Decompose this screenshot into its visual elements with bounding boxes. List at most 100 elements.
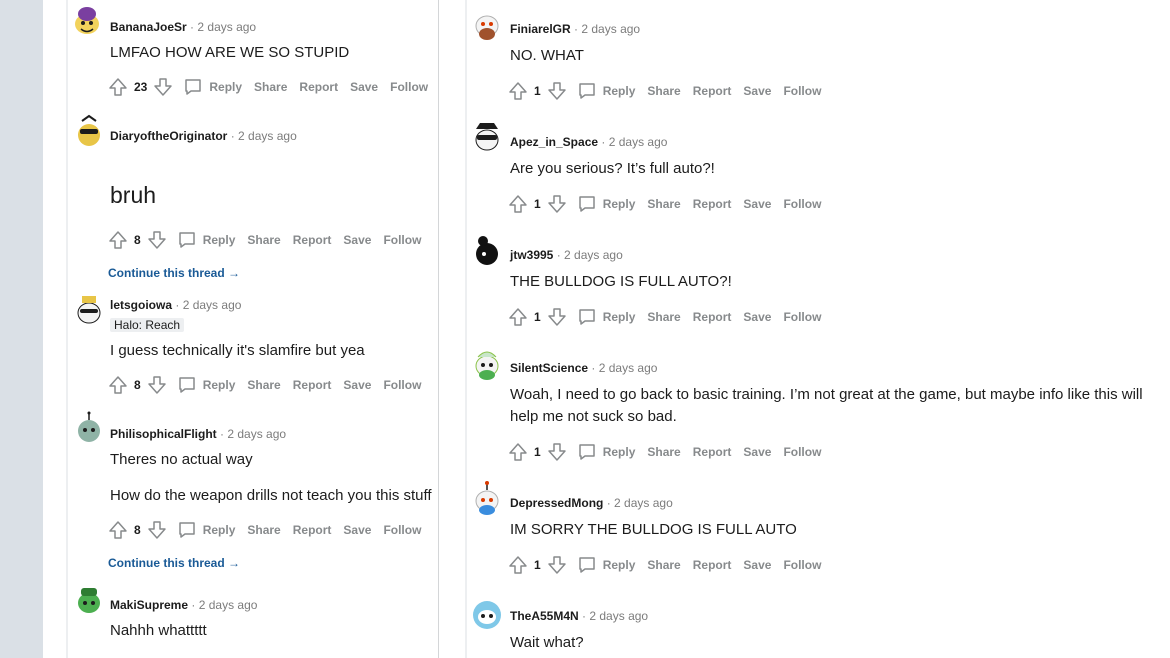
downvote-icon[interactable] xyxy=(153,77,173,97)
upvote-icon[interactable] xyxy=(508,555,528,575)
comment-timestamp[interactable]: 2 days ago xyxy=(238,129,297,143)
follow-button[interactable]: Follow xyxy=(390,80,428,94)
upvote-icon[interactable] xyxy=(108,520,128,540)
snoo-avatar-icon[interactable] xyxy=(74,113,104,149)
comment-timestamp[interactable]: 2 days ago xyxy=(581,22,640,36)
reply-button[interactable]: Reply xyxy=(183,77,242,97)
reply-button[interactable]: Reply xyxy=(577,194,635,214)
share-button[interactable]: Share xyxy=(247,378,280,392)
follow-button[interactable]: Follow xyxy=(783,310,821,324)
report-button[interactable]: Report xyxy=(293,233,332,247)
comment-author[interactable]: jtw3995 xyxy=(510,248,553,262)
save-button[interactable]: Save xyxy=(343,233,371,247)
report-button[interactable]: Report xyxy=(693,84,732,98)
follow-button[interactable]: Follow xyxy=(383,233,421,247)
comment-author[interactable]: MakiSupreme xyxy=(110,598,188,612)
snoo-avatar-icon[interactable] xyxy=(472,6,502,42)
comment-timestamp[interactable]: 2 days ago xyxy=(197,20,256,34)
snoo-avatar-icon[interactable] xyxy=(74,582,104,618)
report-button[interactable]: Report xyxy=(693,558,732,572)
thread-line[interactable] xyxy=(66,0,68,658)
downvote-icon[interactable] xyxy=(147,375,167,395)
save-button[interactable]: Save xyxy=(743,197,771,211)
downvote-icon[interactable] xyxy=(147,230,167,250)
report-button[interactable]: Report xyxy=(293,523,332,537)
comment-author[interactable]: DepressedMong xyxy=(510,496,603,510)
follow-button[interactable]: Follow xyxy=(783,197,821,211)
report-button[interactable]: Report xyxy=(693,197,732,211)
snoo-avatar-icon[interactable] xyxy=(472,480,502,516)
upvote-icon[interactable] xyxy=(108,77,128,97)
comment-timestamp[interactable]: 2 days ago xyxy=(227,427,286,441)
reply-button[interactable]: Reply xyxy=(177,520,235,540)
upvote-icon[interactable] xyxy=(108,230,128,250)
report-button[interactable]: Report xyxy=(693,445,732,459)
share-button[interactable]: Share xyxy=(647,558,680,572)
continue-thread-link[interactable]: Continue this thread → xyxy=(108,266,240,280)
comment-timestamp[interactable]: 2 days ago xyxy=(183,298,242,312)
reply-button[interactable]: Reply xyxy=(577,307,635,327)
comment-timestamp[interactable]: 2 days ago xyxy=(609,135,668,149)
save-button[interactable]: Save xyxy=(743,558,771,572)
follow-button[interactable]: Follow xyxy=(783,84,821,98)
snoo-avatar-icon[interactable] xyxy=(472,597,502,633)
comment-author[interactable]: BananaJoeSr xyxy=(110,20,187,34)
thread-line[interactable] xyxy=(465,0,467,658)
continue-thread-link[interactable]: Continue this thread → xyxy=(108,556,240,570)
downvote-icon[interactable] xyxy=(547,194,567,214)
comment-author[interactable]: Apez_in_Space xyxy=(510,135,598,149)
comment-author[interactable]: SilentScience xyxy=(510,361,588,375)
share-button[interactable]: Share xyxy=(647,197,680,211)
follow-button[interactable]: Follow xyxy=(383,378,421,392)
report-button[interactable]: Report xyxy=(693,310,732,324)
downvote-icon[interactable] xyxy=(547,307,567,327)
upvote-icon[interactable] xyxy=(508,194,528,214)
snoo-avatar-icon[interactable] xyxy=(72,4,102,40)
save-button[interactable]: Save xyxy=(343,378,371,392)
comment-timestamp[interactable]: 2 days ago xyxy=(599,361,658,375)
upvote-icon[interactable] xyxy=(508,307,528,327)
comment-timestamp[interactable]: 2 days ago xyxy=(589,609,648,623)
share-button[interactable]: Share xyxy=(247,233,280,247)
report-button[interactable]: Report xyxy=(293,378,332,392)
share-button[interactable]: Share xyxy=(247,523,280,537)
snoo-avatar-icon[interactable] xyxy=(472,119,502,155)
save-button[interactable]: Save xyxy=(343,523,371,537)
comment-author[interactable]: DiaryoftheOriginator xyxy=(110,129,227,143)
follow-button[interactable]: Follow xyxy=(783,445,821,459)
downvote-icon[interactable] xyxy=(547,81,567,101)
reply-button[interactable]: Reply xyxy=(177,230,235,250)
comment-timestamp[interactable]: 2 days ago xyxy=(614,496,673,510)
upvote-icon[interactable] xyxy=(108,375,128,395)
comment-author[interactable]: PhilisophicalFlight xyxy=(110,427,217,441)
snoo-avatar-icon[interactable] xyxy=(472,345,502,381)
share-button[interactable]: Share xyxy=(647,310,680,324)
comment-author[interactable]: FiniarelGR xyxy=(510,22,571,36)
upvote-icon[interactable] xyxy=(508,81,528,101)
reply-button[interactable]: Reply xyxy=(577,81,635,101)
downvote-icon[interactable] xyxy=(547,442,567,462)
downvote-icon[interactable] xyxy=(147,520,167,540)
share-button[interactable]: Share xyxy=(254,80,287,94)
reply-button[interactable]: Reply xyxy=(577,555,635,575)
follow-button[interactable]: Follow xyxy=(783,558,821,572)
save-button[interactable]: Save xyxy=(743,84,771,98)
snoo-avatar-icon[interactable] xyxy=(472,232,502,268)
save-button[interactable]: Save xyxy=(350,80,378,94)
snoo-avatar-icon[interactable] xyxy=(74,292,104,328)
reply-button[interactable]: Reply xyxy=(577,442,635,462)
comment-author[interactable]: TheA55M4N xyxy=(510,609,579,623)
upvote-icon[interactable] xyxy=(508,442,528,462)
comment-timestamp[interactable]: 2 days ago xyxy=(199,598,258,612)
snoo-avatar-icon[interactable] xyxy=(74,411,104,447)
share-button[interactable]: Share xyxy=(647,445,680,459)
downvote-icon[interactable] xyxy=(547,555,567,575)
share-button[interactable]: Share xyxy=(647,84,680,98)
comment-timestamp[interactable]: 2 days ago xyxy=(564,248,623,262)
follow-button[interactable]: Follow xyxy=(383,523,421,537)
reply-button[interactable]: Reply xyxy=(177,375,235,395)
save-button[interactable]: Save xyxy=(743,445,771,459)
report-button[interactable]: Report xyxy=(299,80,338,94)
comment-author[interactable]: letsgoiowa xyxy=(110,298,172,312)
save-button[interactable]: Save xyxy=(743,310,771,324)
